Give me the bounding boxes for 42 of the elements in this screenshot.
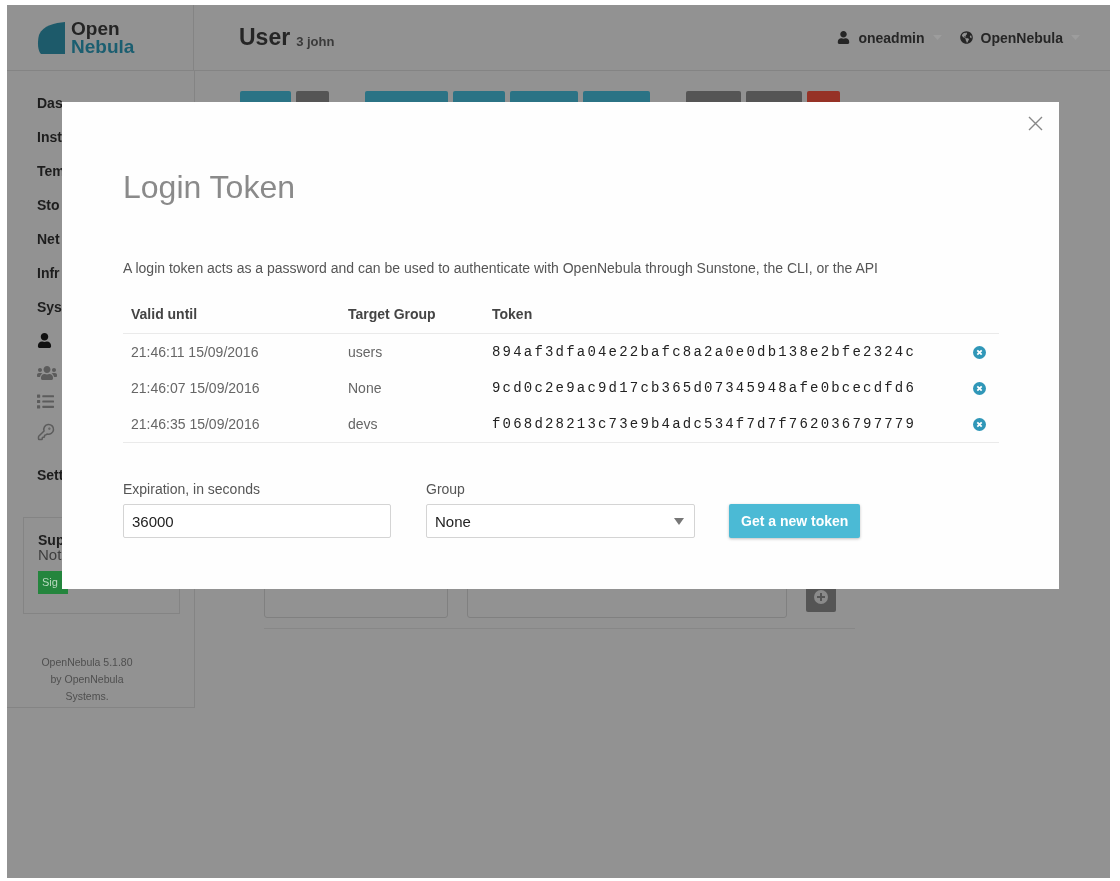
column-header: Valid until <box>130 306 199 322</box>
close-icon <box>1028 116 1043 131</box>
dialog-title: Login Token <box>123 168 296 206</box>
group-select[interactable]: None <box>426 504 695 538</box>
logo-text: Open Nebula <box>71 19 135 56</box>
delete-icon <box>972 381 986 395</box>
table-cell-text: devs <box>347 416 379 432</box>
table-cell-text: 21:46:35 15/09/2016 <box>130 416 261 432</box>
column-header: Token <box>491 306 534 322</box>
table-cell-text: 21:46:11 15/09/2016 <box>130 344 260 360</box>
page-subtitle: 3 john <box>296 34 335 49</box>
close-button[interactable] <box>1028 116 1043 131</box>
caret-icon <box>674 517 684 525</box>
dialog-description: A login token acts as a password and can be used to authenticate with OpenNebula through Sunstone, the CLI, or the API <box>123 259 879 277</box>
list-icon[interactable] <box>37 393 54 410</box>
delete-button[interactable] <box>972 381 986 395</box>
logo-icon <box>37 20 67 55</box>
user-icon <box>837 31 851 44</box>
support-status: Not <box>38 548 63 562</box>
zone-menu[interactable]: OpenNebula <box>959 29 1080 46</box>
token-cell-text: f068d28213c73e9b4adc534f7d7f762036797779 <box>491 416 918 432</box>
table-cell-text: 21:46:07 15/09/2016 <box>130 380 261 396</box>
field-label: Expiration, in seconds <box>123 481 261 497</box>
globe-icon <box>959 31 973 44</box>
table-cell-text: users <box>347 344 384 360</box>
key-icon[interactable] <box>37 423 55 441</box>
delete-icon <box>972 417 986 431</box>
token-cell-text: 894af3dfa04e22bafc8a2a0e0db138e2bfe2324c <box>491 344 918 360</box>
group-icon[interactable] <box>37 363 57 383</box>
column-header: Target Group <box>347 306 437 322</box>
field-label: Group <box>426 481 466 497</box>
user-icon[interactable] <box>37 333 52 348</box>
table-cell-text: None <box>347 380 383 396</box>
delete-button[interactable] <box>972 345 986 359</box>
plus-icon <box>814 589 828 604</box>
expiration-field[interactable]: 36000 <box>123 504 391 538</box>
version-text: OpenNebula 5.1.80 by OpenNebula Systems. <box>40 655 134 704</box>
user-menu[interactable]: oneadmin <box>837 29 942 46</box>
delete-button[interactable] <box>972 417 986 431</box>
token-cell-text: 9cd0c2e9ac9d17cb365d07345948afe0bcecdfd6 <box>491 380 918 396</box>
delete-icon <box>972 345 986 359</box>
page-title: User <box>239 24 291 51</box>
